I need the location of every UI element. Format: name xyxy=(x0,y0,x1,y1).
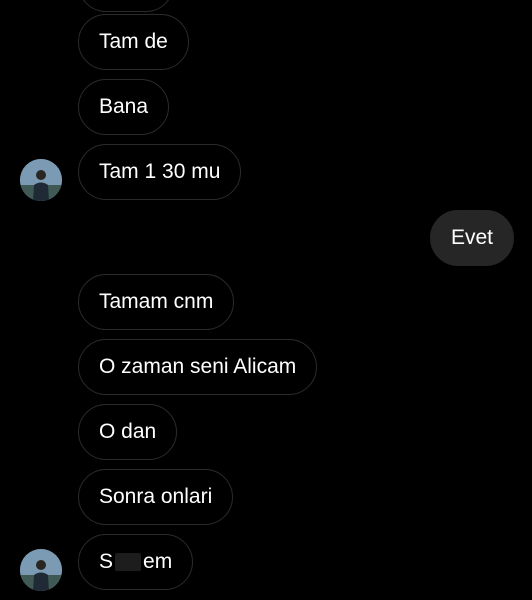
message-bubble-redacted[interactable]: Sem xyxy=(78,534,194,590)
message-bubble-cut-off[interactable] xyxy=(78,0,174,12)
message-text: Tam de xyxy=(99,30,168,53)
message-bubble-bana[interactable]: Bana xyxy=(78,79,170,135)
message-bubble-tam-de[interactable]: Tam de xyxy=(78,14,189,70)
contact-avatar[interactable] xyxy=(20,159,62,201)
message-text-start: S xyxy=(99,550,114,573)
message-text: Tam 1 30 mu xyxy=(99,160,221,183)
person-photo-avatar-icon xyxy=(20,549,62,591)
message-bubble-o-dan[interactable]: O dan xyxy=(78,404,178,460)
message-text: O dan xyxy=(99,420,157,443)
message-text: Evet xyxy=(450,226,493,249)
message-bubble-tamam-cnm[interactable]: Tamam cnm xyxy=(78,274,235,330)
message-bubble-evet[interactable]: Evet xyxy=(429,210,514,266)
message-text-end: em xyxy=(143,550,173,573)
message-text: O zaman seni Alicam xyxy=(99,355,297,378)
message-text: Sonra onlari xyxy=(99,485,213,508)
message-text: Bana xyxy=(99,95,149,118)
message-text: Tamam cnm xyxy=(99,290,214,313)
message-bubble-sonra-onlari[interactable]: Sonra onlari xyxy=(78,469,234,525)
person-photo-avatar-icon xyxy=(20,159,62,201)
message-thread[interactable]: Tam de Bana Tam 1 30 mu Evet Tamam cnm O… xyxy=(0,0,532,600)
contact-avatar[interactable] xyxy=(20,549,62,591)
redaction-block xyxy=(115,553,142,572)
message-bubble-tam-1-30-mu[interactable]: Tam 1 30 mu xyxy=(78,144,242,200)
message-bubble-o-zaman-seni-alicam[interactable]: O zaman seni Alicam xyxy=(78,339,318,395)
